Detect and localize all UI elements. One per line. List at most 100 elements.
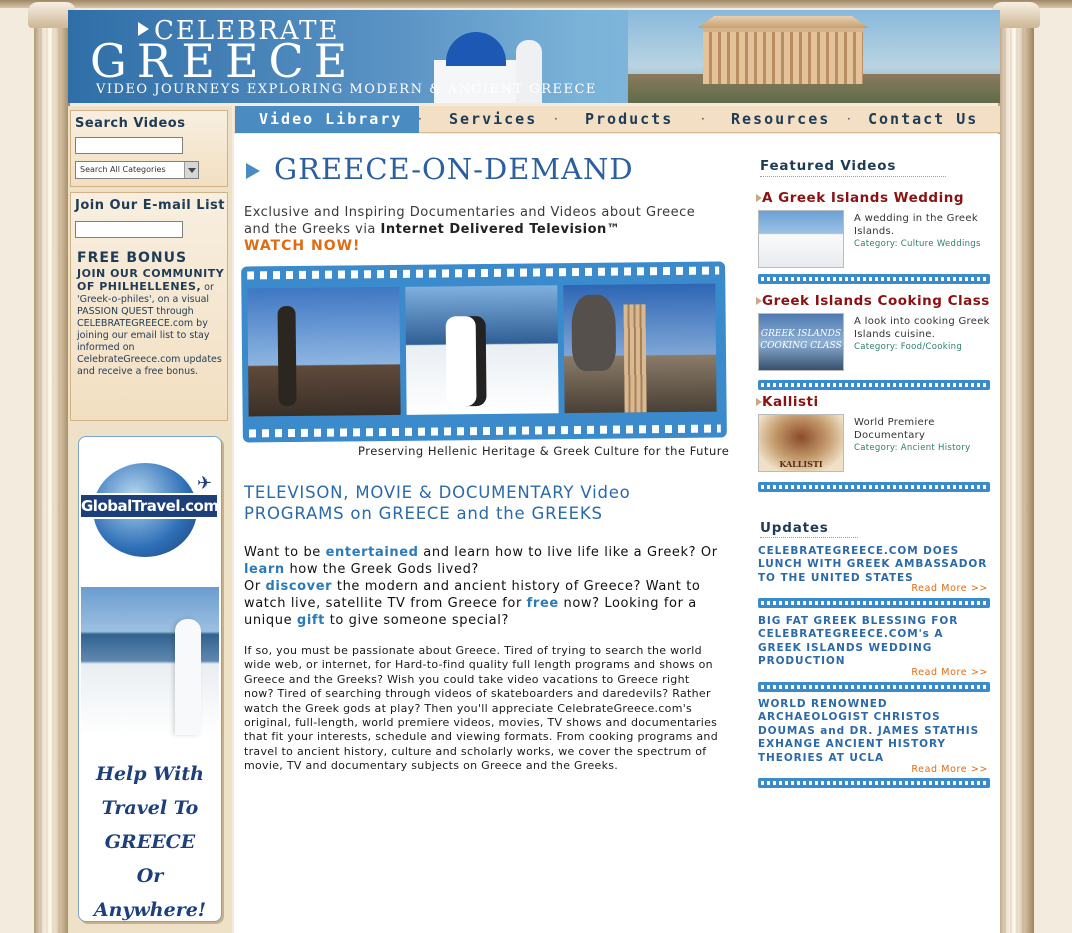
filmstrip-divider [758,598,990,608]
filmstrip-holes [248,424,721,438]
filmstrip-divider [758,682,990,692]
nav-contact-us[interactable]: Contact Us [868,106,978,133]
chevron-down-icon[interactable] [184,162,198,178]
featured-title[interactable]: A Greek Islands Wedding [762,190,964,206]
page-title: GREECE-ON-DEMAND [274,152,634,186]
category-select[interactable]: Search All Categories [75,161,199,179]
nav-resources[interactable]: Resources [731,106,830,133]
white-church-tower-image [175,619,201,735]
update-title[interactable]: CELEBRATEGREECE.COM DOES LUNCH WITH GREE… [758,545,990,585]
filmstrip-divider [758,482,990,492]
filmstrip-divider [758,274,990,284]
blue-dome-image [446,32,506,66]
nav-products[interactable]: Products [585,106,673,133]
p1-text: Or [244,579,266,594]
logo-tagline: VIDEO JOURNEYS EXPLORING MODERN & ANCIEN… [96,82,597,97]
featured-desc-text: A look into cooking Greek Islands cuisin… [854,316,990,340]
p1-text: and learn how to live life like a Greek?… [418,545,718,560]
search-videos-box: Search Videos Search All Categories [70,110,228,187]
learn-link[interactable]: learn [244,562,285,577]
entertained-link[interactable]: entertained [326,545,419,560]
featured-title[interactable]: Greek Islands Cooking Class [762,293,990,309]
film-frame-ancient [563,283,717,414]
bronze-face [571,294,617,372]
intro-bold-part: Internet Delivered Television™ [380,222,621,237]
global-travel-logo[interactable]: GlobalTravel.com [79,493,219,519]
filmstrip-divider [758,380,990,390]
left-sidebar: Search Videos Search All Categories Join… [68,106,232,933]
featured-title[interactable]: Kallisti [762,394,819,410]
read-more-link[interactable]: Read More >> [911,667,988,678]
p1-text: how the Greek Gods lived? [284,562,479,577]
ad-line-3: GREECE [104,831,196,853]
nav-separator: · [554,112,558,126]
read-more-link[interactable]: Read More >> [911,583,988,594]
airplane-icon: ✈ [197,473,213,494]
bonus-description: or 'Greek-o-philes', on a visual PASSION… [77,282,222,377]
nav-separator: · [701,112,705,126]
updates-underline [760,537,858,538]
read-more-link[interactable]: Read More >> [911,764,988,775]
filmstrip-divider [758,778,990,788]
ad-line-1: Help With [96,763,204,785]
watch-now-link[interactable]: WATCH NOW! [244,238,360,254]
featured-description: A look into cooking Greek Islands cuisin… [854,315,994,354]
ad-line-4: Or Anywhere! [93,865,207,921]
wedding-thumbnail[interactable] [758,210,844,268]
featured-videos-heading: Featured Videos [760,158,946,177]
update-title[interactable]: WORLD RENOWNED ARCHAEOLOGIST CHRISTOS DO… [758,698,990,765]
category-select-value: Search All Categories [80,165,166,174]
parthenon-image [703,26,863,84]
featured-desc-text: World Premiere Documentary [854,417,935,441]
site-header-banner: CELEBRATE GREECE VIDEO JOURNEYS EXPLORIN… [68,10,1000,103]
global-travel-ad[interactable]: ✈ GlobalTravel.com Help With Travel To G… [78,436,222,922]
nav-separator: · [418,112,422,126]
kallisti-thumbnail[interactable]: KALLISTI [758,414,844,472]
p1-text: to give someone special? [324,613,509,628]
cooking-thumbnail[interactable]: GREEK ISLANDS COOKING CLASS [758,313,844,371]
featured-desc-text: A wedding in the Greek Islands. [854,213,978,237]
discover-link[interactable]: discover [266,579,333,594]
invitation-paragraph: Want to be entertained and learn how to … [244,544,720,629]
description-paragraph: If so, you must be passionate about Gree… [244,644,718,773]
p1-text: Want to be [244,545,326,560]
left-column-decoration [28,2,76,933]
search-input[interactable] [75,137,183,154]
featured-category[interactable]: Category: Food/Cooking [854,341,994,354]
update-item[interactable]: CELEBRATEGREECE.COM DOES LUNCH WITH GREE… [758,545,990,594]
logo-greece[interactable]: GREECE [90,36,357,86]
filmstrip-holes [247,266,720,280]
programs-heading: TELEVISON, MOVIE & DOCUMENTARY Video PRO… [244,483,631,523]
right-column-decoration [992,2,1040,933]
filmstrip-caption: Preserving Hellenic Heritage & Greek Cul… [358,444,730,458]
top-border [0,0,1072,8]
update-title[interactable]: BIG FAT GREEK BLESSING FOR CELEBRATEGREE… [758,615,990,669]
email-field[interactable] [75,221,183,238]
free-bonus-text: JOIN OUR COMMUNITY OF PHILHELLENES, or '… [77,268,225,378]
main-nav: Video Library · Services · Products · Re… [234,106,1000,133]
statue-figure [277,305,297,407]
main-content: GREECE-ON-DEMAND Exclusive and Inspiring… [234,134,1000,933]
featured-description: World Premiere Documentary Category: Anc… [854,416,994,455]
film-frame-wedding [405,285,559,415]
email-signup-box: Join Our E-mail List FREE BONUS JOIN OUR… [70,192,228,421]
featured-category[interactable]: Category: Culture Weddings [854,238,994,251]
free-link[interactable]: free [527,596,559,611]
ancient-column [623,304,647,413]
filmstrip-banner[interactable] [241,261,727,443]
featured-description: A wedding in the Greek Islands. Category… [854,212,994,251]
travel-help-text[interactable]: Help With Travel To GREECE Or Anywhere! [79,757,221,921]
ad-line-2: Travel To [101,797,199,819]
update-item[interactable]: BIG FAT GREEK BLESSING FOR CELEBRATEGREE… [758,615,990,678]
intro-text: Exclusive and Inspiring Documentaries an… [244,204,714,238]
update-item[interactable]: WORLD RENOWNED ARCHAEOLOGIST CHRISTOS DO… [758,698,990,775]
nav-services[interactable]: Services [449,106,537,133]
updates-heading: Updates [760,520,829,536]
nav-separator: · [847,112,851,126]
nav-video-library[interactable]: Video Library [235,106,419,133]
search-videos-heading: Search Videos [75,116,186,131]
film-frame-statue [247,286,401,417]
featured-category[interactable]: Category: Ancient History [854,442,994,455]
gift-link[interactable]: gift [297,613,325,628]
title-arrow-icon [246,163,260,179]
